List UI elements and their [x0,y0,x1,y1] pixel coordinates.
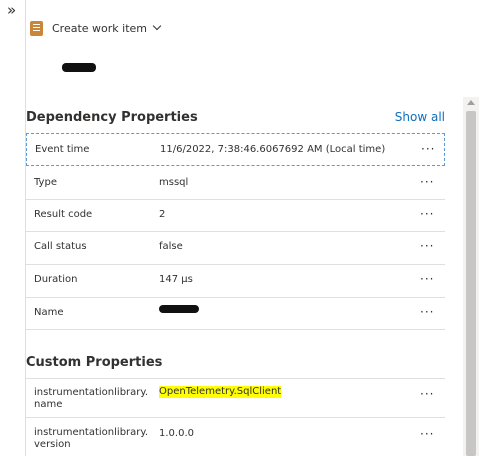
property-name: Type [34,177,57,188]
more-options-icon[interactable]: ··· [420,176,434,188]
property-row-name[interactable]: Name ··· [26,298,445,330]
more-options-icon[interactable]: ··· [420,388,434,400]
property-value: 11/6/2022, 7:38:46.6067692 AM (Local tim… [160,144,386,155]
property-row-result-code[interactable]: Result code 2 ··· [26,200,445,232]
chevron-down-icon [152,21,162,31]
show-all-link[interactable]: Show all [395,110,445,124]
scroll-up-arrow-icon[interactable] [467,100,475,105]
create-work-item-label: Create work item [52,21,148,35]
property-value: mssql [159,177,189,188]
more-options-icon[interactable]: ··· [420,306,434,318]
dependency-properties-heading: Dependency Properties [26,110,198,125]
property-name: Name [34,307,64,318]
more-options-icon[interactable]: ··· [420,428,434,440]
property-row-call-status[interactable]: Call status false ··· [26,232,445,265]
collapse-pane-button[interactable]: » [7,3,16,18]
properties-panel: Dependency Properties Show all Event tim… [26,100,462,456]
more-options-icon[interactable]: ··· [420,273,434,285]
property-name: instrumentationlibrary. version [34,427,149,450]
property-name: Result code [34,209,93,220]
property-row-duration[interactable]: Duration 147 μs ··· [26,265,445,298]
property-value: 147 μs [159,274,193,285]
property-value: 1.0.0.0 [159,428,194,439]
property-row-library-version[interactable]: instrumentationlibrary. version 1.0.0.0 … [26,418,445,456]
work-item-icon [30,20,43,36]
property-value: OpenTelemetry.SqlClient [159,386,282,398]
scrollbar-thumb[interactable] [466,111,476,456]
property-value: 2 [159,209,166,220]
vertical-scrollbar[interactable] [463,97,479,456]
property-value-redacted [159,304,199,316]
property-value: false [159,241,183,252]
custom-properties-heading: Custom Properties [26,355,163,370]
property-name: Call status [34,241,87,252]
property-name: Event time [35,144,90,155]
property-row-library-name[interactable]: instrumentationlibrary. name OpenTelemet… [26,378,445,418]
property-row-type[interactable]: Type mssql ··· [26,167,445,200]
property-row-event-time[interactable]: Event time 11/6/2022, 7:38:46.6067692 AM… [26,133,445,166]
more-options-icon[interactable]: ··· [420,240,434,252]
more-options-icon[interactable]: ··· [420,208,434,220]
property-name: instrumentationlibrary. name [34,387,149,410]
create-work-item-button[interactable]: Create work item [30,18,162,38]
redaction-mark [159,305,199,313]
more-options-icon[interactable]: ··· [421,143,435,155]
property-name: Duration [34,274,78,285]
redacted-title [62,63,96,72]
